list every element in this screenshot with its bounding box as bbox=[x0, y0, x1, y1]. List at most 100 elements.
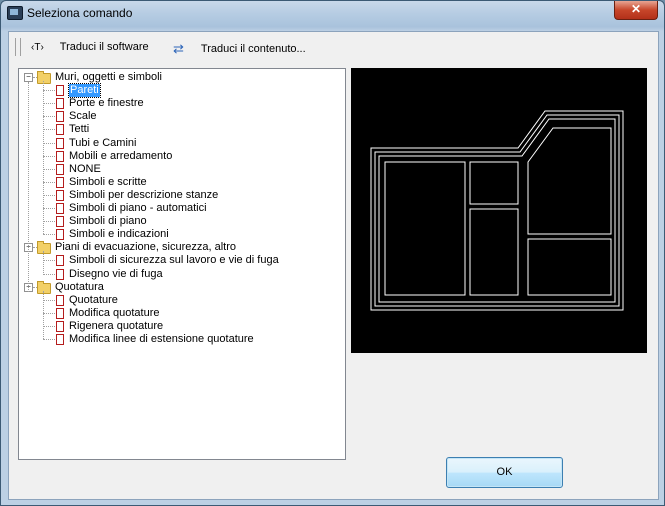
tree-group[interactable]: − Piani di evacuazione, sicurezza, altro bbox=[19, 241, 339, 255]
tree-connector bbox=[43, 142, 55, 144]
tree-item-label: Simboli e scritte bbox=[69, 175, 147, 188]
room-right-bottom bbox=[527, 238, 612, 296]
tree-item[interactable]: Modifica linee di estensione quotature bbox=[19, 333, 339, 346]
tree-group-label: Quotatura bbox=[55, 280, 104, 293]
dialog-client-area: ‹T› Traduci il software ⇄ Traduci il con… bbox=[8, 31, 659, 500]
tree-connector bbox=[43, 129, 55, 131]
tree-group[interactable]: − Quotatura bbox=[19, 280, 339, 294]
tree-group-label: Piani di evacuazione, sicurezza, altro bbox=[55, 241, 236, 254]
tree-connector bbox=[43, 81, 44, 235]
translate-text-icon: ‹T› bbox=[31, 41, 44, 53]
tree-item[interactable]: Simboli e scritte bbox=[19, 176, 339, 189]
translate-content-icon: ⇄ bbox=[173, 41, 184, 56]
command-doc-icon bbox=[56, 163, 64, 175]
command-doc-icon bbox=[56, 229, 64, 241]
translate-software-label: Traduci il software bbox=[59, 41, 149, 53]
tree-connector bbox=[43, 339, 55, 340]
tree-connector bbox=[43, 194, 55, 196]
tree-item-label: Simboli di sicurezza sul lavoro e vie di… bbox=[69, 254, 279, 267]
toolbar-grip[interactable] bbox=[15, 38, 21, 56]
command-doc-icon bbox=[56, 124, 64, 136]
tree-item[interactable]: NONE bbox=[19, 163, 339, 176]
tree-item[interactable]: Simboli di piano bbox=[19, 215, 339, 228]
tree-connector bbox=[43, 299, 55, 301]
outer-wall-line-inner bbox=[374, 114, 620, 307]
translate-software-button[interactable]: ‹T› Traduci il software bbox=[31, 41, 149, 53]
tree-item[interactable]: Porte e finestre bbox=[19, 97, 339, 110]
folder-icon bbox=[37, 241, 51, 255]
tree-connector bbox=[43, 155, 55, 157]
tree-item-label: NONE bbox=[69, 162, 101, 175]
tree-item-label: Simboli per descrizione stanze bbox=[69, 188, 219, 201]
tree-item[interactable]: Rigenera quotature bbox=[19, 320, 339, 333]
tree-connector bbox=[43, 221, 55, 223]
tree-item[interactable]: Mobili e arredamento bbox=[19, 150, 339, 163]
tree-connector bbox=[43, 168, 55, 170]
tree-item[interactable]: Modifica quotature bbox=[19, 307, 339, 320]
tree-item[interactable]: Scale bbox=[19, 110, 339, 123]
tree-item-label: Tetti bbox=[69, 123, 90, 136]
command-tree[interactable]: − Muri, oggetti e simboli Pareti Porte e fi… bbox=[18, 68, 346, 460]
tree-connector bbox=[28, 82, 29, 292]
tree-connector bbox=[43, 260, 55, 262]
tree-connector bbox=[43, 181, 55, 183]
tree-item[interactable]: Disegno vie di fuga bbox=[19, 268, 339, 281]
tree-connector bbox=[43, 234, 55, 236]
command-doc-icon bbox=[56, 150, 64, 162]
tree-connector bbox=[43, 312, 55, 314]
tree-item-label: Scale bbox=[69, 110, 97, 123]
collapse-toggle-icon[interactable]: − bbox=[24, 73, 33, 82]
tree-item[interactable]: Tubi e Camini bbox=[19, 137, 339, 150]
tree-item-label: Modifica linee di estensione quotature bbox=[69, 333, 254, 345]
tree-connector bbox=[43, 251, 44, 274]
tree-item-label: Disegno vie di fuga bbox=[69, 267, 163, 280]
close-button[interactable]: ✕ bbox=[614, 1, 658, 20]
tree-item[interactable]: Simboli e indicazioni bbox=[19, 228, 339, 241]
tree-connector bbox=[43, 290, 44, 339]
tree-item[interactable]: Simboli di sicurezza sul lavoro e vie di… bbox=[19, 254, 339, 267]
title-bar[interactable]: Seleziona comando ✕ bbox=[1, 1, 664, 23]
tree-item[interactable]: Simboli di piano - automatici bbox=[19, 202, 339, 215]
command-doc-icon bbox=[56, 203, 64, 214]
tree-item-label: Tubi e Camini bbox=[69, 136, 137, 149]
command-doc-icon bbox=[56, 294, 64, 306]
command-doc-icon bbox=[56, 268, 64, 280]
command-doc-icon bbox=[56, 320, 64, 332]
inner-wall-line bbox=[378, 118, 616, 303]
command-doc-icon bbox=[56, 111, 64, 123]
tree-item[interactable]: Simboli per descrizione stanze bbox=[19, 189, 339, 202]
tree-item-label: Rigenera quotature bbox=[69, 319, 164, 332]
command-doc-icon bbox=[56, 137, 64, 149]
wall-preview bbox=[351, 68, 647, 353]
floor-plan-drawing bbox=[370, 110, 624, 311]
tree-group[interactable]: − Muri, oggetti e simboli bbox=[19, 71, 339, 84]
tree-connector bbox=[43, 103, 55, 105]
folder-icon bbox=[37, 280, 51, 294]
folder-icon bbox=[37, 71, 51, 84]
command-doc-icon bbox=[56, 216, 64, 228]
tree-item-label: Mobili e arredamento bbox=[69, 149, 173, 162]
tree-item[interactable]: Tetti bbox=[19, 123, 339, 136]
tree-item[interactable]: Quotature bbox=[19, 294, 339, 307]
app-icon bbox=[7, 6, 23, 20]
tree-item-label: Simboli di piano bbox=[69, 215, 147, 228]
wall-outlines bbox=[370, 110, 624, 311]
tree-connector bbox=[43, 208, 55, 209]
window-title: Seleziona comando bbox=[27, 6, 133, 20]
outer-wall-line bbox=[370, 110, 624, 311]
tree-item[interactable]: Pareti bbox=[19, 83, 339, 99]
translate-content-button[interactable]: ⇄ Traduci il contenuto... bbox=[173, 41, 306, 57]
command-doc-icon bbox=[56, 176, 64, 188]
tree-connector bbox=[43, 273, 55, 275]
tree-connector bbox=[43, 116, 55, 118]
tree-group-label: Muri, oggetti e simboli bbox=[55, 71, 162, 83]
command-doc-icon bbox=[56, 307, 64, 319]
room-center-top bbox=[469, 161, 519, 205]
room-left bbox=[384, 161, 466, 296]
command-doc-icon bbox=[56, 98, 64, 110]
ok-button[interactable]: OK bbox=[446, 457, 563, 488]
dialog-window: Seleziona comando ✕ ‹T› Traduci il softw… bbox=[0, 0, 665, 506]
tree-connector bbox=[43, 90, 55, 92]
command-doc-icon bbox=[56, 85, 64, 97]
command-doc-icon bbox=[56, 334, 64, 345]
